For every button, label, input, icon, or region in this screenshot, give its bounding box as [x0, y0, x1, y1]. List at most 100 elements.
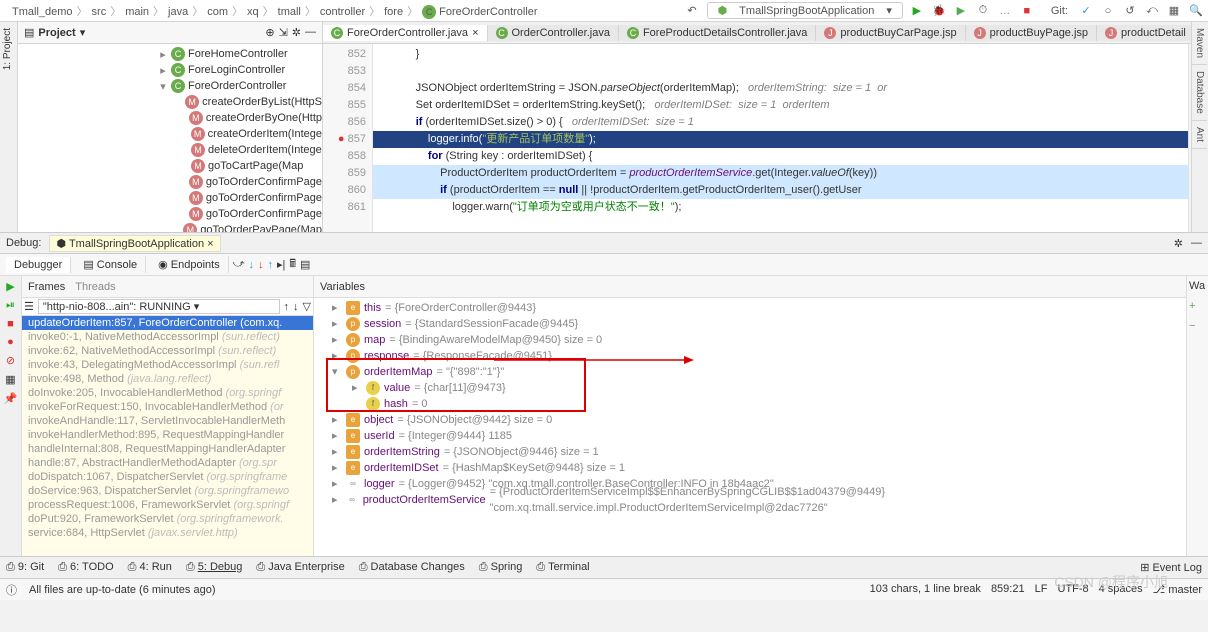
breadcrumb-item[interactable]: src [88, 6, 111, 18]
tool-window-tab[interactable]: ⎙ 9: Git [6, 561, 44, 574]
stack-frame[interactable]: invoke:498, Method (java.lang.reflect) [22, 372, 313, 386]
prev-frame-icon[interactable]: ↑ [284, 301, 290, 313]
tool-window-tab[interactable]: ⎙ Terminal [536, 561, 589, 574]
tree-item[interactable]: MdeleteOrderItem(Intege [18, 142, 322, 158]
evaluate-icon[interactable]: 🖩 [289, 255, 296, 274]
endpoints-tab[interactable]: ◉ Endpoints [150, 256, 229, 273]
stack-frame[interactable]: service:684, HttpServlet (javax.servlet.… [22, 526, 313, 540]
next-frame-icon[interactable]: ↓ [293, 301, 299, 313]
stack-frame[interactable]: handleInternal:808, RequestMappingHandle… [22, 442, 313, 456]
debug-config-tab[interactable]: ⬢ TmallSpringBootApplication × [49, 235, 220, 252]
variable-row[interactable]: ▸eorderItemIDSet = {HashMap$KeySet@9448}… [314, 460, 1186, 476]
status-item[interactable]: LF [1035, 583, 1048, 596]
pin-icon[interactable]: 📌 [4, 392, 18, 405]
breadcrumb-item[interactable]: C ForeOrderController [418, 6, 541, 18]
database-tab[interactable]: Database [1192, 65, 1207, 121]
git-revert-icon[interactable]: ⤺ [1144, 3, 1160, 19]
layout-icon[interactable]: ▦ [5, 373, 15, 386]
tool-window-tab[interactable]: ⎙ Spring [479, 561, 523, 574]
threads-tab[interactable]: Threads [75, 281, 115, 293]
stack-frame[interactable]: handle:87, AbstractHandlerMethodAdapter … [22, 456, 313, 470]
debugger-tab[interactable]: Debugger [6, 257, 71, 273]
git-history-icon[interactable]: ↺ [1122, 3, 1138, 19]
stack-frame[interactable]: processRequest:1006, FrameworkServlet (o… [22, 498, 313, 512]
stack-frame[interactable]: doService:963, DispatcherServlet (org.sp… [22, 484, 313, 498]
stack-frame[interactable]: invokeAndHandle:117, ServletInvocableHan… [22, 414, 313, 428]
status-item[interactable]: 859:21 [991, 583, 1025, 596]
mute-icon[interactable]: ⊘ [6, 354, 15, 367]
tree-item[interactable]: ▸CForeLoginController [18, 62, 322, 78]
coverage-icon[interactable]: ▶ [953, 3, 969, 19]
tool-window-tab[interactable]: ⎙ 4: Run [128, 561, 172, 574]
frames-tab[interactable]: Frames [28, 281, 65, 293]
variable-row[interactable]: ▸presponse = {ResponseFacade@9451} [314, 348, 1186, 364]
project-tree[interactable]: ▸CForeHomeController▸CForeLoginControlle… [18, 44, 322, 232]
variable-row[interactable]: ▸pmap = {BindingAwareModelMap@9450} size… [314, 332, 1186, 348]
filter-icon[interactable]: ▽ [303, 300, 311, 313]
watches-collapsed[interactable]: Wa + − [1186, 276, 1208, 556]
code-editor[interactable]: } JSONObject orderItemString = JSON.pars… [373, 44, 1188, 232]
hide-icon[interactable]: — [305, 26, 316, 39]
variable-row[interactable]: ▸eorderItemString = {JSONObject@9446} si… [314, 444, 1186, 460]
run-icon[interactable]: ▶ [909, 3, 925, 19]
breadcrumb-item[interactable]: java [164, 6, 192, 18]
attach-icon[interactable]: … [997, 3, 1013, 19]
tool-window-tab[interactable]: ⎙ Database Changes [359, 561, 465, 574]
profile-icon[interactable]: ⏱ [975, 3, 991, 19]
stack-frame[interactable]: invokeForRequest:150, InvocableHandlerMe… [22, 400, 313, 414]
frames-list[interactable]: updateOrderItem:857, ForeOrderController… [22, 316, 313, 556]
editor-tab[interactable]: COrderController.java [488, 25, 619, 41]
tool-window-tab[interactable]: ⎙ Java Enterprise [256, 561, 344, 574]
tree-item[interactable]: MgoToOrderConfirmPage [18, 206, 322, 222]
tree-item[interactable]: MgoToOrderConfirmPage [18, 174, 322, 190]
variable-row[interactable]: ▸ethis = {ForeOrderController@9443} [314, 300, 1186, 316]
editor-tab[interactable]: CForeOrderController.java × [323, 25, 488, 41]
tool-window-tab[interactable]: ⎙ 5: Debug [186, 561, 243, 574]
tree-item[interactable]: ▾CForeOrderController [18, 78, 322, 94]
variable-row[interactable]: ▾porderItemMap = "{"898":"1"}" [314, 364, 1186, 380]
breadcrumb-item[interactable]: main [121, 6, 153, 18]
variable-row[interactable]: ▸∞productOrderItemService = {ProductOrde… [314, 492, 1186, 508]
run-config-selector[interactable]: ⬢ TmallSpringBootApplication ▾ [707, 2, 903, 19]
search-icon[interactable]: 🔍 [1188, 3, 1204, 19]
variable-row[interactable]: ▸euserId = {Integer@9444} 1185 [314, 428, 1186, 444]
breadcrumb-item[interactable]: Tmall_demo [8, 6, 77, 18]
tree-item[interactable]: MgoToCartPage(Map [18, 158, 322, 174]
select-opened-icon[interactable]: ⇲ [279, 26, 288, 39]
breadcrumb-item[interactable]: fore [380, 6, 407, 18]
stack-frame[interactable]: doPut:920, FrameworkServlet (org.springf… [22, 512, 313, 526]
bottom-tool-tabs[interactable]: ⎙ 9: Git⎙ 6: TODO⎙ 4: Run⎙ 5: Debug⎙ Jav… [0, 556, 1208, 578]
variables-list[interactable]: ▸ethis = {ForeOrderController@9443}▸pses… [314, 298, 1186, 556]
ant-tab[interactable]: Ant [1192, 121, 1207, 149]
breadcrumb-item[interactable]: tmall [274, 6, 305, 18]
maven-tab[interactable]: Maven [1192, 22, 1207, 65]
variable-row[interactable]: ▸psession = {StandardSessionFacade@9445} [314, 316, 1186, 332]
collapse-icon[interactable]: ⊕ [265, 26, 274, 39]
editor-tab[interactable]: CForeProductDetailsController.java [619, 25, 816, 41]
stack-frame[interactable]: doDispatch:1067, DispatcherServlet (org.… [22, 470, 313, 484]
rerun-icon[interactable]: ▶ [6, 280, 14, 293]
status-item[interactable]: 103 chars, 1 line break [870, 583, 981, 596]
force-step-into-icon[interactable]: ↓ [258, 259, 264, 271]
editor-tab[interactable]: JproductBuyCarPage.jsp [816, 25, 965, 41]
variable-row[interactable]: fhash = 0 [314, 396, 1186, 412]
project-tool-tab[interactable]: 1: Project [0, 22, 15, 76]
breakpoints-icon[interactable]: ● [7, 336, 14, 348]
step-over-icon[interactable]: ⤻ [233, 258, 245, 271]
tree-item[interactable]: ▸CForeHomeController [18, 46, 322, 62]
breadcrumb-item[interactable]: controller [316, 6, 369, 18]
tree-item[interactable]: MgoToOrderConfirmPage [18, 190, 322, 206]
resume-icon[interactable]: ⏯ [6, 299, 15, 312]
thread-selector[interactable]: "http-nio-808...ain": RUNNING ▾ [38, 299, 280, 314]
breadcrumb-item[interactable]: xq [243, 6, 263, 18]
stop-icon[interactable]: ■ [1019, 3, 1035, 19]
stack-frame[interactable]: invoke:62, NativeMethodAccessorImpl (sun… [22, 344, 313, 358]
editor-tab[interactable]: JproductDetail [1097, 25, 1195, 41]
stop2-icon[interactable]: ■ [7, 318, 14, 330]
thread-dropdown-icon[interactable]: ☰ [24, 300, 34, 313]
editor-tab[interactable]: JproductBuyPage.jsp [966, 25, 1097, 41]
variable-row[interactable]: ▸eobject = {JSONObject@9442} size = 0 [314, 412, 1186, 428]
git-update-icon[interactable]: ✓ [1078, 3, 1094, 19]
tree-item[interactable]: McreateOrderByOne(Http [18, 110, 322, 126]
console-tab[interactable]: ▤ Console [75, 256, 146, 273]
